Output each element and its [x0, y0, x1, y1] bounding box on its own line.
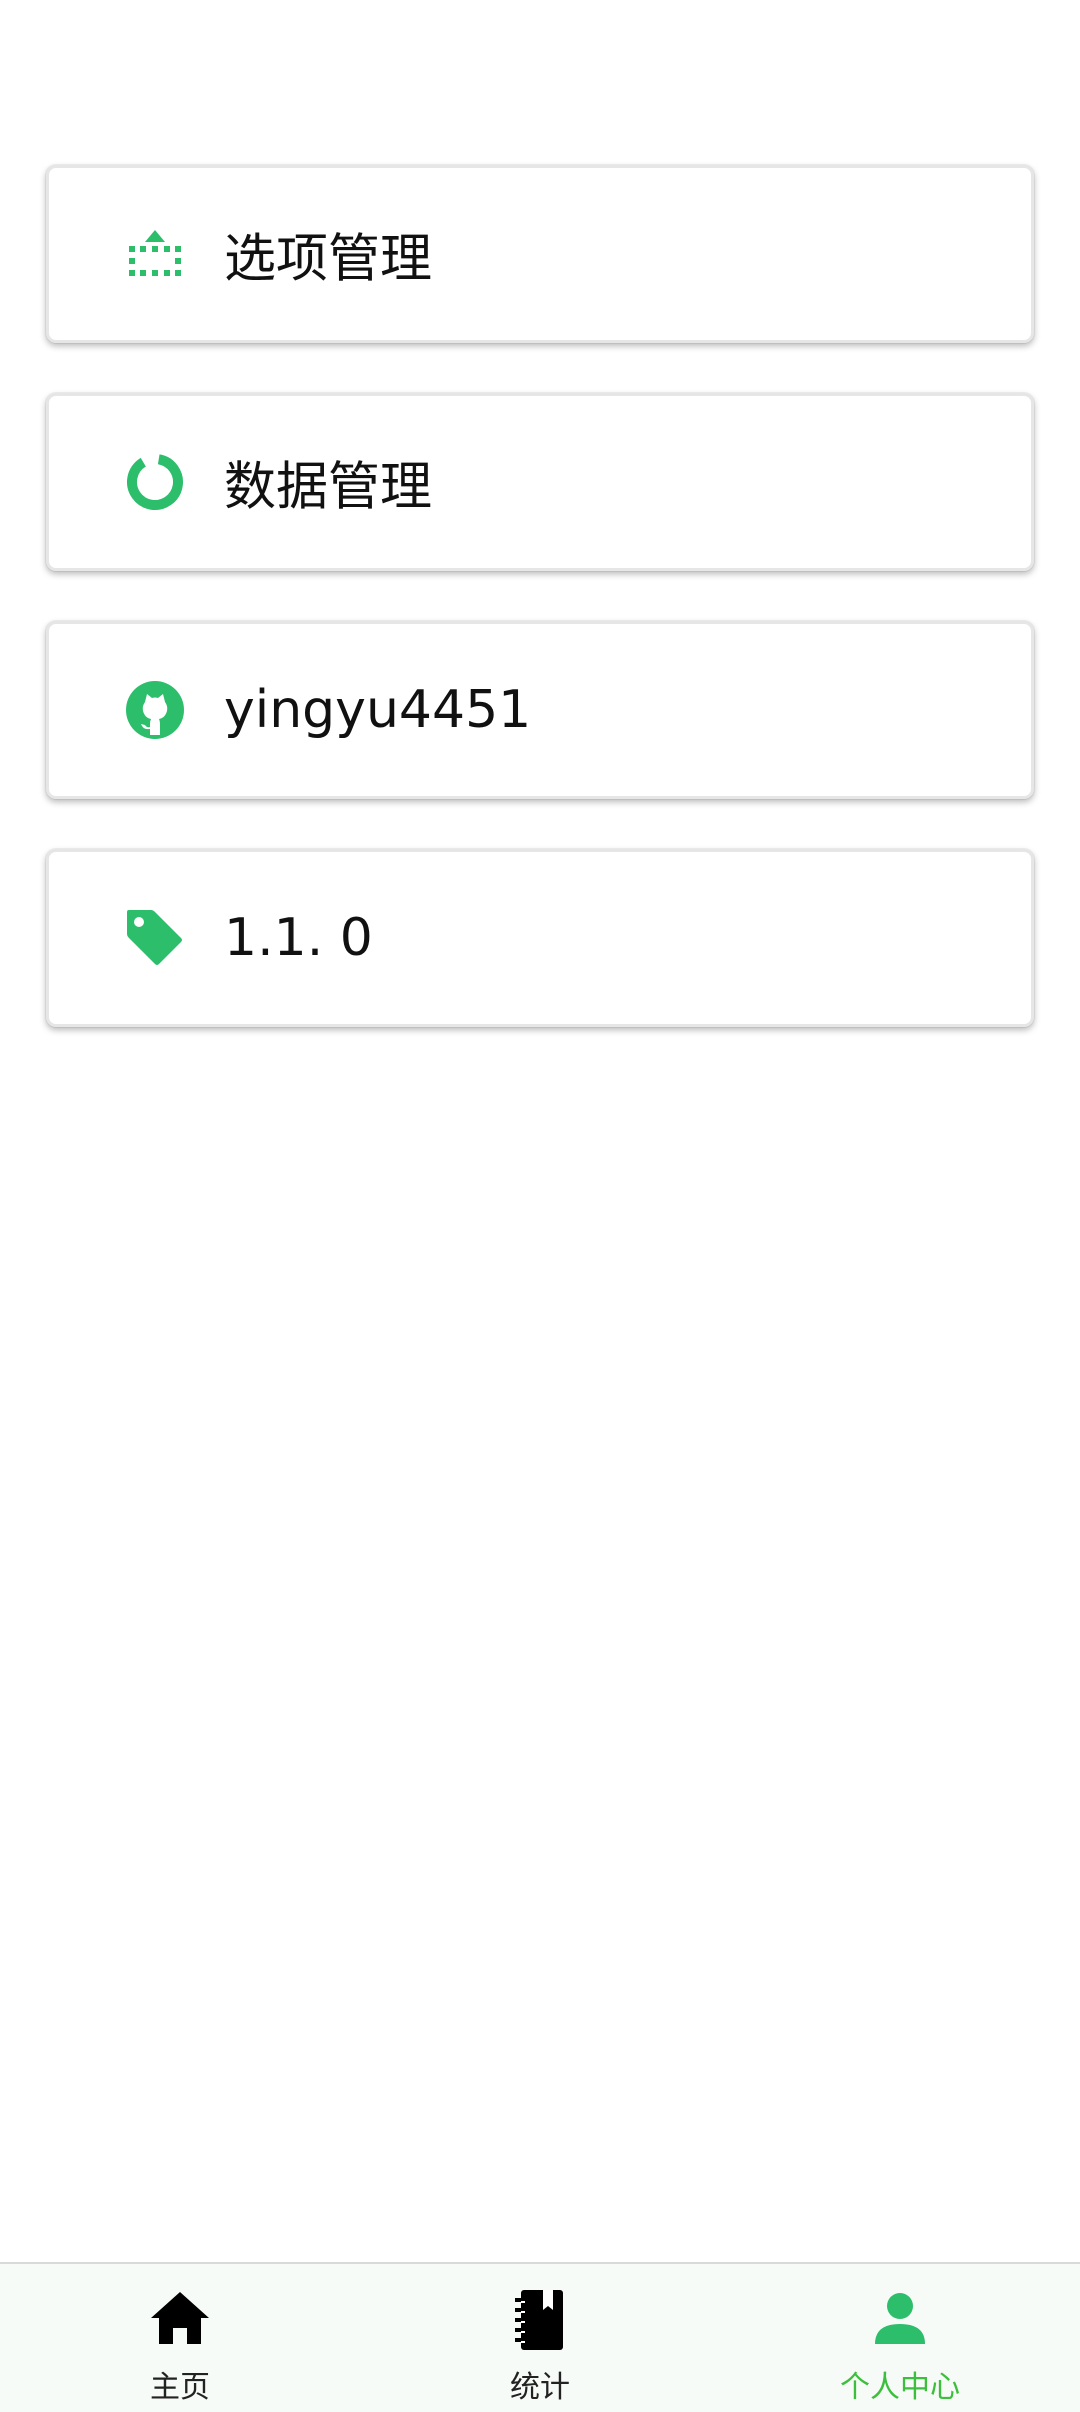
data-management-card[interactable]: 数据管理 [46, 393, 1034, 571]
home-icon [147, 2286, 213, 2352]
bottom-navigation: 主页 统计 个人中心 [0, 2262, 1080, 2412]
nav-stats-label: 统计 [510, 2370, 570, 2405]
github-card[interactable]: yingyu4451 [46, 621, 1034, 799]
upload-dotted-icon [125, 224, 185, 284]
notebook-icon [507, 2286, 573, 2352]
profile-page: 选项管理 数据管理 yingyu4451 1.1. 0 主页 统计 个人中心 [0, 0, 1080, 2412]
options-management-card[interactable]: 选项管理 [46, 165, 1034, 343]
tag-icon [125, 908, 185, 968]
nav-home-tab[interactable]: 主页 [0, 2264, 360, 2412]
nav-profile-label: 个人中心 [840, 2370, 960, 2405]
nav-profile-tab[interactable]: 个人中心 [720, 2264, 1080, 2412]
github-username-label: yingyu4451 [224, 680, 532, 740]
donut-chart-icon [125, 452, 185, 512]
nav-home-label: 主页 [150, 2370, 210, 2405]
options-management-label: 选项管理 [224, 229, 433, 290]
version-card[interactable]: 1.1. 0 [46, 849, 1034, 1027]
github-icon [125, 680, 185, 740]
data-management-label: 数据管理 [224, 457, 433, 518]
nav-stats-tab[interactable]: 统计 [360, 2264, 720, 2412]
version-label: 1.1. 0 [224, 908, 373, 968]
person-icon [867, 2286, 933, 2352]
